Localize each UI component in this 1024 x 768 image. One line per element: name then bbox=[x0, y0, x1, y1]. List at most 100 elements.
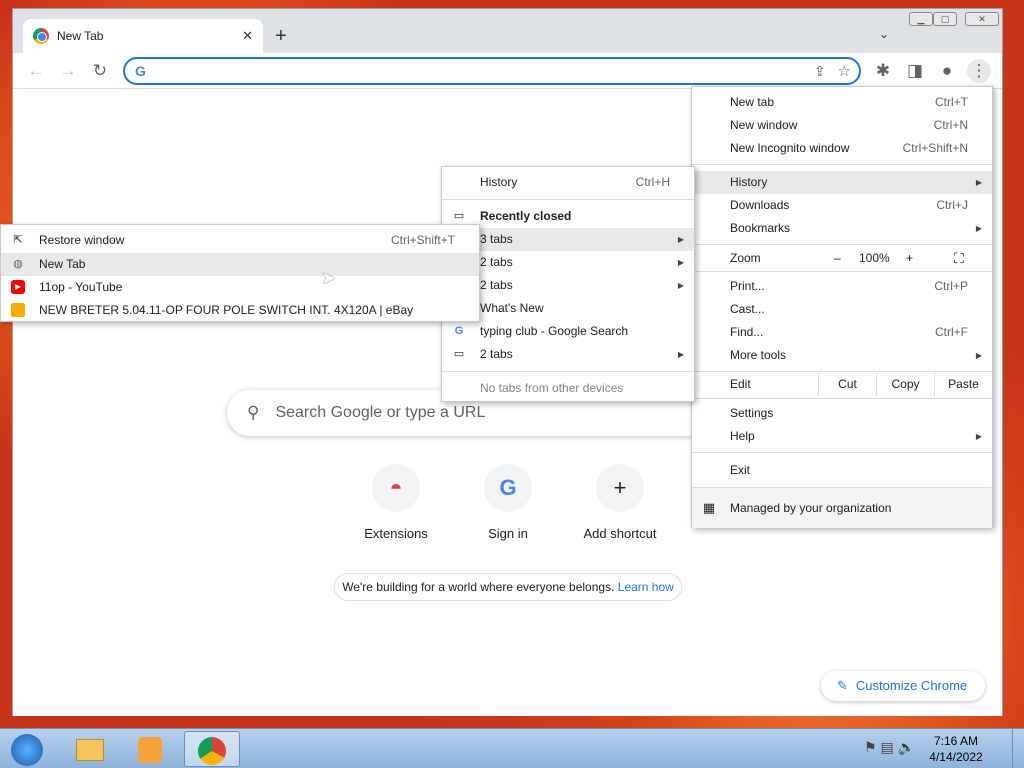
menu-downloads[interactable]: Downloads Ctrl+J bbox=[692, 194, 992, 217]
windows-taskbar: ⚑ ▤ 🔈 7:16 AM 4/14/2022 bbox=[0, 728, 1024, 768]
shortcut-extensions[interactable]: ◓ Extensions bbox=[340, 464, 452, 541]
tab-title: New Tab bbox=[57, 29, 104, 43]
submenu-arrow-icon: ▶ bbox=[975, 178, 982, 187]
submenu-arrow-icon: ▶ bbox=[975, 224, 982, 233]
edit-label: Edit bbox=[730, 377, 751, 391]
file-explorer-icon[interactable] bbox=[62, 731, 118, 767]
shopping-bag-icon bbox=[11, 303, 25, 317]
menu-more-tools[interactable]: More tools ▶ bbox=[692, 344, 992, 367]
new-tab-icon[interactable]: + bbox=[275, 25, 287, 48]
managed-notice[interactable]: ▦ Managed by your organization bbox=[692, 488, 992, 528]
restore-window[interactable]: ⇱ Restore window Ctrl+Shift+T bbox=[1, 229, 479, 252]
menu-history[interactable]: History ▶ bbox=[692, 171, 992, 194]
shortcut-add[interactable]: + Add shortcut bbox=[564, 464, 676, 541]
tabs-icon: ▭ bbox=[453, 348, 465, 360]
building-icon: ▦ bbox=[702, 500, 716, 515]
submenu-arrow-icon: ▶ bbox=[975, 351, 982, 360]
closed-tabs-submenu: ⇱ Restore window Ctrl+Shift+T ◍ New Tab ▶ 11… bbox=[0, 224, 480, 322]
tabs-icon: ▭ bbox=[453, 210, 465, 222]
menu-new-tab[interactable]: New tab Ctrl+T bbox=[692, 91, 992, 114]
no-other-devices: No tabs from other devices bbox=[480, 381, 624, 395]
address-input[interactable] bbox=[153, 63, 814, 79]
address-bar[interactable]: G ⇪ ☆ bbox=[123, 57, 861, 85]
menu-settings[interactable]: Settings bbox=[692, 402, 992, 425]
minimize-icon[interactable]: ▁ bbox=[909, 12, 933, 26]
zoom-value: 100% bbox=[859, 251, 890, 265]
tab-search-chevron-icon[interactable]: ⌄ bbox=[879, 27, 889, 41]
close-window-icon[interactable]: ✕ bbox=[965, 12, 999, 26]
side-panel-icon[interactable]: ◨ bbox=[903, 59, 927, 83]
learn-how-link[interactable]: Learn how bbox=[618, 580, 674, 594]
shortcut-label: Extensions bbox=[364, 526, 428, 541]
open-external-icon: ⇱ bbox=[13, 234, 23, 246]
share-icon[interactable]: ⇪ bbox=[814, 63, 826, 80]
clock-time: 7:16 AM bbox=[933, 734, 979, 748]
customize-label: Customize Chrome bbox=[855, 678, 968, 693]
plus-icon: + bbox=[596, 464, 644, 512]
restore-tab-youtube[interactable]: ▶ 11op - YouTube bbox=[1, 276, 479, 299]
menu-new-incognito[interactable]: New Incognito window Ctrl+Shift+N bbox=[692, 137, 992, 160]
restore-tab-ebay[interactable]: NEW BRETER 5.04.11-OP FOUR POLE SWITCH I… bbox=[1, 299, 479, 322]
pencil-icon: ✎ bbox=[837, 678, 848, 693]
clock-date: 4/14/2022 bbox=[929, 750, 983, 764]
menu-bookmarks[interactable]: Bookmarks ▶ bbox=[692, 217, 992, 240]
tab-new-tab[interactable]: New Tab ✕ bbox=[23, 19, 263, 53]
menu-zoom-row: Zoom – 100% + ⛶ bbox=[692, 247, 992, 270]
forward-icon[interactable]: → bbox=[56, 59, 80, 83]
customize-chrome-button[interactable]: ✎ Customize Chrome bbox=[821, 671, 985, 701]
extensions-puzzle-icon[interactable]: ✱ bbox=[871, 59, 895, 83]
copy-button[interactable]: Copy bbox=[876, 373, 934, 396]
fullscreen-icon[interactable]: ⛶ bbox=[954, 247, 964, 270]
submenu-arrow-icon: ▶ bbox=[677, 235, 684, 244]
menu-find[interactable]: Find... Ctrl+F bbox=[692, 321, 992, 344]
shortcut-label: Sign in bbox=[488, 526, 528, 541]
back-icon[interactable]: ← bbox=[24, 59, 48, 83]
show-desktop-button[interactable] bbox=[1012, 729, 1024, 768]
toolbar: ← → ↻ G ⇪ ☆ ✱ ◨ ● ⋮ bbox=[13, 53, 1002, 89]
cut-button[interactable]: Cut bbox=[818, 373, 876, 396]
google-g-icon: G bbox=[135, 63, 146, 79]
submenu-arrow-icon: ▶ bbox=[975, 432, 982, 441]
bookmark-star-icon[interactable]: ☆ bbox=[838, 62, 851, 80]
zoom-in-button[interactable]: + bbox=[906, 247, 913, 270]
belonging-banner: We're building for a world where everyon… bbox=[334, 573, 682, 601]
chrome-favicon-icon bbox=[33, 28, 49, 44]
kebab-menu-icon[interactable]: ⋮ bbox=[967, 59, 991, 83]
chrome-taskbar-icon[interactable] bbox=[184, 731, 240, 767]
google-g-icon: G bbox=[454, 325, 464, 337]
paste-button[interactable]: Paste bbox=[934, 373, 992, 396]
zoom-label: Zoom bbox=[730, 251, 761, 265]
menu-exit[interactable]: Exit bbox=[692, 459, 992, 482]
youtube-icon: ▶ bbox=[11, 280, 25, 294]
zoom-out-button[interactable]: – bbox=[834, 247, 841, 270]
google-g-icon: G bbox=[484, 464, 532, 512]
closed-2-tabs[interactable]: ▭ 2 tabs ▶ bbox=[442, 343, 694, 366]
banner-text: We're building for a world where everyon… bbox=[342, 580, 615, 594]
reload-icon[interactable]: ↻ bbox=[88, 59, 112, 83]
menu-print[interactable]: Print... Ctrl+P bbox=[692, 275, 992, 298]
start-button-icon[interactable] bbox=[2, 731, 52, 767]
chrome-web-store-icon: ◓ bbox=[372, 464, 420, 512]
search-placeholder: Search Google or type a URL bbox=[275, 404, 486, 421]
close-tab-icon[interactable]: ✕ bbox=[242, 28, 253, 44]
menu-new-window[interactable]: New window Ctrl+N bbox=[692, 114, 992, 137]
chrome-main-menu: New tab Ctrl+T New window Ctrl+N New Incog… bbox=[691, 86, 993, 528]
menu-edit-row: Edit Cut Copy Paste bbox=[692, 373, 992, 396]
maximize-icon[interactable]: ▢ bbox=[933, 12, 957, 26]
history-item[interactable]: History Ctrl+H bbox=[442, 171, 694, 194]
search-icon: ⚲ bbox=[247, 403, 260, 422]
submenu-arrow-icon: ▶ bbox=[677, 258, 684, 267]
shortcut-sign-in[interactable]: G Sign in bbox=[452, 464, 564, 541]
tray-icons[interactable]: ⚑ ▤ 🔈 bbox=[864, 739, 915, 756]
closed-typing-club[interactable]: Gtyping club - Google Search bbox=[442, 320, 694, 343]
restore-tab-new-tab[interactable]: ◍ New Tab bbox=[1, 253, 479, 276]
profile-avatar-icon[interactable]: ● bbox=[935, 59, 959, 83]
submenu-arrow-icon: ▶ bbox=[677, 281, 684, 290]
media-player-icon[interactable] bbox=[122, 731, 178, 767]
menu-cast[interactable]: Cast... bbox=[692, 298, 992, 321]
tab-strip: New Tab ✕ + ⌄ ▁ ▢ ✕ bbox=[13, 9, 1002, 53]
shortcut-label: Add shortcut bbox=[583, 526, 657, 541]
menu-help[interactable]: Help ▶ bbox=[692, 425, 992, 448]
clock[interactable]: 7:16 AM 4/14/2022 bbox=[916, 733, 996, 765]
globe-icon: ◍ bbox=[13, 258, 23, 270]
